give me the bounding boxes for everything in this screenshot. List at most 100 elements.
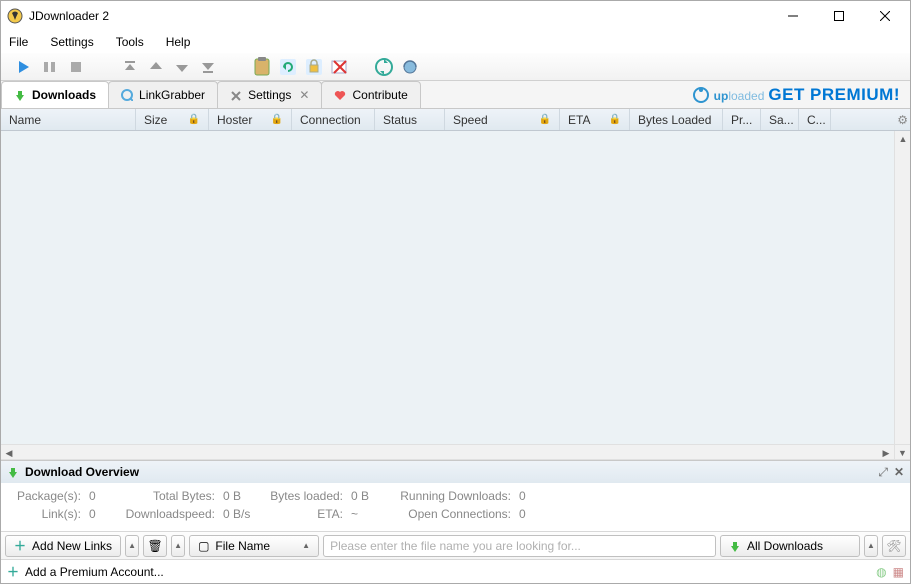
tab-label: Settings — [248, 88, 291, 102]
plus-icon: ＋ — [7, 563, 19, 580]
col-name[interactable]: Name — [1, 109, 136, 130]
lock-icon: 🔒 — [271, 114, 283, 125]
downloadspeed-label: Downloadspeed: — [115, 507, 215, 521]
reconnect-button[interactable] — [397, 54, 423, 80]
menu-file[interactable]: File — [5, 33, 32, 51]
trash-button[interactable]: 🗑 — [143, 535, 167, 557]
search-input[interactable] — [323, 535, 716, 557]
download-icon — [14, 89, 26, 101]
title-bar: JDownloader 2 — [1, 1, 910, 31]
maximize-button[interactable] — [816, 2, 862, 30]
cut-button[interactable] — [327, 54, 353, 80]
column-headers: Name Size🔒 Hoster🔒 Connection Status Spe… — [1, 109, 910, 131]
uploaded-icon — [692, 86, 710, 104]
col-bytes-loaded[interactable]: Bytes Loaded — [630, 109, 723, 130]
total-bytes-value: 0 B — [223, 489, 255, 503]
menu-tools[interactable]: Tools — [112, 33, 148, 51]
trash-dropdown[interactable]: ▲ — [171, 535, 185, 557]
col-hoster[interactable]: Hoster🔒 — [209, 109, 292, 130]
col-speed[interactable]: Speed🔒 — [445, 109, 560, 130]
tab-downloads[interactable]: Downloads — [1, 81, 109, 108]
tab-label: LinkGrabber — [139, 88, 205, 102]
bytes-loaded-label: Bytes loaded: — [263, 489, 343, 503]
bytes-loaded-value: 0 B — [351, 489, 383, 503]
tab-settings[interactable]: Settings ✕ — [217, 81, 322, 108]
menu-settings[interactable]: Settings — [46, 33, 97, 51]
plus-icon: ＋ — [14, 537, 26, 554]
move-bottom-button[interactable] — [195, 54, 221, 80]
tab-contribute[interactable]: Contribute — [321, 81, 420, 108]
add-premium-link[interactable]: Add a Premium Account... — [25, 565, 164, 579]
scroll-down-icon[interactable]: ▼ — [894, 445, 910, 461]
download-icon — [729, 540, 741, 552]
eta-value: ~ — [351, 507, 383, 521]
move-top-button[interactable] — [117, 54, 143, 80]
lock-icon: 🔒 — [539, 114, 551, 125]
file-icon: ▢ — [198, 539, 209, 553]
scroll-right-icon[interactable]: ▶ — [878, 445, 894, 461]
col-size[interactable]: Size🔒 — [136, 109, 209, 130]
clipboard-button[interactable] — [249, 54, 275, 80]
heart-icon — [334, 89, 346, 101]
toolbar — [1, 53, 910, 81]
col-connection[interactable]: Connection — [292, 109, 375, 130]
col-save[interactable]: Sa... — [761, 109, 799, 130]
packages-value: 0 — [89, 489, 107, 503]
overview-header: Download Overview ⤢ ✕ — [1, 461, 910, 483]
tools-button[interactable]: 🛠 — [882, 535, 906, 557]
stop-button[interactable] — [63, 54, 89, 80]
all-downloads-dropdown[interactable]: ▲ — [864, 535, 878, 557]
chevron-up-icon: ▲ — [302, 541, 310, 550]
download-overview: Download Overview ⤢ ✕ Package(s): 0 Tota… — [1, 460, 910, 531]
running-downloads-value: 0 — [519, 489, 526, 503]
gear-icon[interactable]: ⚙ — [897, 113, 908, 127]
links-label: Link(s): — [11, 507, 81, 521]
col-priority[interactable]: Pr... — [723, 109, 761, 130]
all-downloads-button[interactable]: All Downloads — [720, 535, 860, 557]
move-up-button[interactable] — [143, 54, 169, 80]
horizontal-scrollbar[interactable]: ◀ ▶ ▼ — [1, 444, 910, 460]
tab-label: Downloads — [32, 88, 96, 102]
ad-brand: uploaded — [714, 85, 765, 105]
open-connections-label: Open Connections: — [391, 507, 511, 521]
download-icon — [7, 466, 19, 478]
update-button[interactable] — [371, 54, 397, 80]
tab-label: Contribute — [352, 88, 407, 102]
col-eta[interactable]: ETA🔒 — [560, 109, 630, 130]
col-comment[interactable]: C... — [799, 109, 831, 130]
tab-row: Downloads LinkGrabber Settings ✕ Contrib… — [1, 81, 910, 109]
running-downloads-label: Running Downloads: — [391, 489, 511, 503]
close-button[interactable] — [862, 2, 908, 30]
play-button[interactable] — [11, 54, 37, 80]
file-name-label: File Name — [215, 539, 270, 553]
app-icon — [7, 8, 23, 24]
linkgrabber-icon — [121, 89, 133, 101]
window-title: JDownloader 2 — [29, 9, 770, 23]
scroll-left-icon[interactable]: ◀ — [1, 445, 17, 461]
minimize-button[interactable] — [770, 2, 816, 30]
pause-button[interactable] — [37, 54, 63, 80]
status-icon-1[interactable]: ◍ — [876, 565, 886, 579]
trash-icon: 🗑 — [147, 539, 162, 553]
auto-reconnect-button[interactable] — [275, 54, 301, 80]
menu-help[interactable]: Help — [162, 33, 195, 51]
col-status[interactable]: Status — [375, 109, 445, 130]
status-icon-2[interactable]: ▦ — [893, 565, 904, 579]
tab-linkgrabber[interactable]: LinkGrabber — [108, 81, 218, 108]
settings-icon — [230, 89, 242, 101]
file-name-button[interactable]: ▢ File Name ▲ — [189, 535, 319, 557]
scroll-up-icon[interactable]: ▲ — [895, 131, 911, 147]
detach-icon[interactable]: ⤢ — [878, 465, 888, 480]
close-icon[interactable]: ✕ — [894, 465, 904, 479]
all-downloads-label: All Downloads — [747, 539, 823, 553]
vertical-scrollbar[interactable]: ▲ — [894, 131, 910, 444]
add-new-links-dropdown[interactable]: ▲ — [125, 535, 139, 557]
close-icon[interactable]: ✕ — [299, 88, 309, 102]
premium-ad[interactable]: uploaded GET PREMIUM! — [682, 81, 910, 108]
move-down-button[interactable] — [169, 54, 195, 80]
add-new-links-button[interactable]: ＋ Add New Links — [5, 535, 121, 557]
download-list[interactable]: ▲ — [1, 131, 910, 444]
packages-label: Package(s): — [11, 489, 81, 503]
add-links-label: Add New Links — [32, 539, 112, 553]
premium-button[interactable] — [301, 54, 327, 80]
